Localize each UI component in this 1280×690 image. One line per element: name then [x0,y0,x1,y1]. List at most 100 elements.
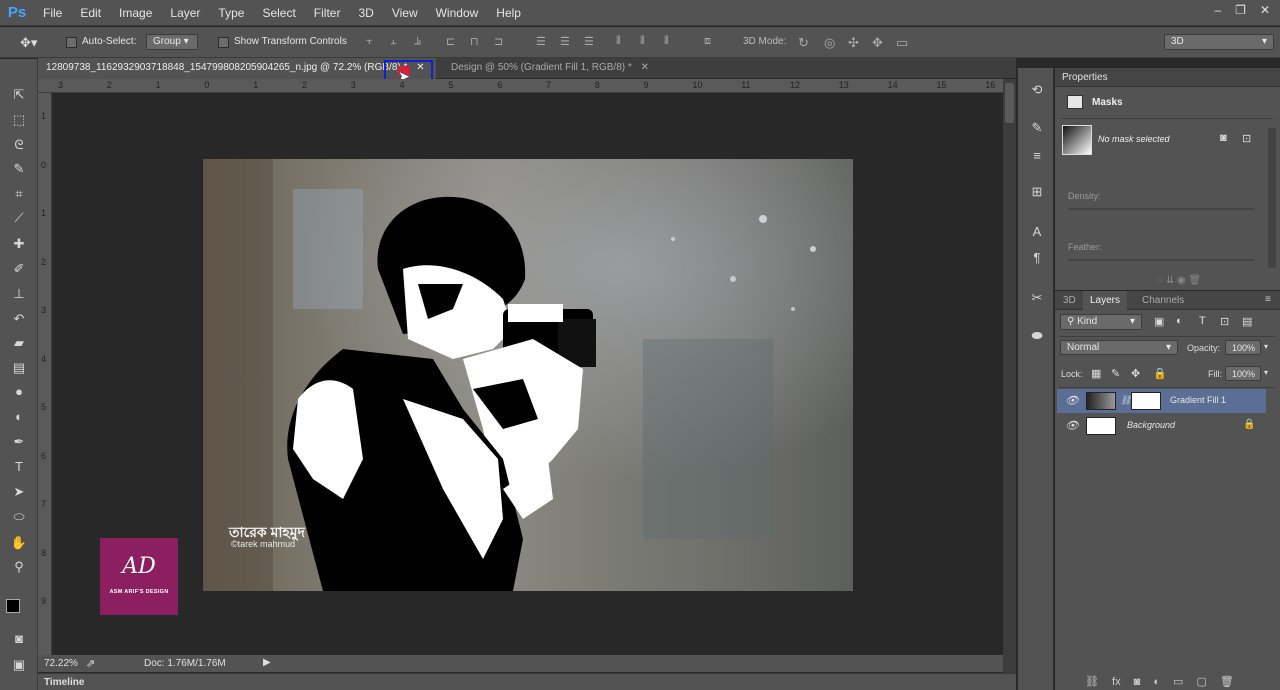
quick-mask-icon[interactable]: ◙ [8,629,30,649]
tool-presets-icon[interactable]: ✂ [1027,290,1047,308]
brush-tool-icon[interactable]: ✐ [8,259,30,279]
close-button[interactable]: ✕ [1260,3,1270,17]
menu-window[interactable]: Window [427,0,488,26]
distribute-top-icon[interactable]: ☰ [536,35,546,48]
vertical-scrollbar[interactable] [1003,79,1016,673]
distribute-left-icon[interactable]: ⦀ [616,35,621,48]
eyedropper-tool-icon[interactable]: ⟋ [8,208,30,228]
move-tool-preset-icon[interactable]: ✥▾ [20,35,37,51]
pan-3d-icon[interactable]: ✣ [848,35,859,51]
menu-3d[interactable]: 3D [349,0,382,26]
healing-brush-tool-icon[interactable]: ✚ [8,234,30,254]
add-pixel-mask-icon[interactable]: ◙ [1220,132,1227,144]
clone-stamp-tool-icon[interactable]: ⊥ [8,284,30,304]
character-panel-icon[interactable]: A [1027,224,1047,242]
align-right-icon[interactable]: ⊐ [494,35,503,48]
layer-mask-thumbnail[interactable] [1131,392,1161,410]
gradient-tool-icon[interactable]: ▤ [8,358,30,378]
blur-tool-icon[interactable]: ● [8,382,30,402]
auto-align-icon[interactable]: ⧈ [704,35,711,48]
fill-dropdown-icon[interactable]: ▾ [1264,368,1268,377]
blend-mode-dropdown[interactable]: Normal ▾ [1060,340,1178,355]
menu-file[interactable]: File [34,0,71,26]
density-slider[interactable] [1068,208,1254,210]
screen-mode-icon[interactable]: ▣ [8,655,30,675]
menu-help[interactable]: Help [487,0,530,26]
visibility-eye-icon[interactable]: 👁 [1065,394,1079,407]
ellipse-tool-icon[interactable]: ⬭ [8,507,30,527]
foreground-color-swatch[interactable] [6,599,20,613]
layer-row-gradient-fill[interactable]: 👁 ⛓ Gradient Fill 1 [1057,389,1266,413]
roll-3d-icon[interactable]: ◎ [824,35,835,51]
tab-channels[interactable]: Channels [1142,295,1184,306]
menu-image[interactable]: Image [110,0,161,26]
align-vcenter-icon[interactable]: ⫠ [390,35,397,48]
menu-filter[interactable]: Filter [305,0,350,26]
distribute-vcenter-icon[interactable]: ☰ [560,35,570,48]
lock-image-icon[interactable]: ✎ [1111,367,1120,380]
menu-select[interactable]: Select [253,0,304,26]
auto-select-dropdown[interactable]: Group ▾ [146,34,198,50]
paragraph-panel-icon[interactable]: ¶ [1027,250,1047,268]
lock-position-icon[interactable]: ✥ [1131,367,1140,380]
scrollbar-thumb[interactable] [1005,83,1014,123]
filter-type-icon[interactable]: T [1199,315,1206,327]
distribute-right-icon[interactable]: ⦀ [664,35,669,48]
fill-value[interactable]: 100% [1225,366,1261,381]
align-hcenter-icon[interactable]: ⊓ [470,35,479,48]
restore-button[interactable]: ❐ [1235,3,1246,17]
add-vector-mask-icon[interactable]: ⊡ [1242,132,1251,145]
lock-transparent-icon[interactable]: ▦ [1091,367,1101,380]
opacity-value[interactable]: 100% [1225,340,1261,355]
quick-select-tool-icon[interactable]: ✎ [8,159,30,179]
document-image[interactable]: তারেক মাহমুদ ©tarek mahmud [203,159,853,591]
filter-shape-icon[interactable]: ⊡ [1220,315,1229,328]
properties-scrollbar[interactable] [1268,128,1276,268]
adjustments-panel-icon[interactable]: ≡ [1027,148,1047,166]
dodge-tool-icon[interactable]: ◐ [8,407,30,427]
pen-tool-icon[interactable]: ✒ [8,432,30,452]
opacity-dropdown-icon[interactable]: ▾ [1264,342,1268,351]
history-brush-tool-icon[interactable]: ↶ [8,309,30,329]
filter-kind-dropdown[interactable]: ⚲ Kind ▾ [1060,314,1142,330]
orbit-3d-icon[interactable]: ↻ [798,35,809,51]
tab-design-close-icon[interactable]: ✕ [641,62,649,73]
filter-pixel-icon[interactable]: ▣ [1154,315,1164,328]
marquee-tool-icon[interactable]: ⬚ [8,110,30,130]
history-panel-icon[interactable]: ⟲ [1027,82,1047,100]
menu-edit[interactable]: Edit [71,0,110,26]
zoom-tool-icon[interactable]: ⚲ [8,557,30,577]
crop-tool-icon[interactable]: ⌗ [8,184,30,204]
slide-3d-icon[interactable]: ✥ [872,35,883,51]
align-left-icon[interactable]: ⊏ [446,35,455,48]
minimize-button[interactable]: – [1214,3,1221,17]
paragraph-styles-icon[interactable]: ⊞ [1027,184,1047,202]
hand-tool-icon[interactable]: ✋ [8,533,30,553]
tab-layers[interactable]: Layers [1083,291,1128,310]
menu-view[interactable]: View [383,0,427,26]
layer-row-background[interactable]: 👁 Background 🔒 [1057,414,1267,438]
status-menu-arrow-icon[interactable]: ▶ [263,657,271,668]
path-select-tool-icon[interactable]: ➤ [8,482,30,502]
zoom-level[interactable]: 72.22% [44,658,78,669]
workspace-dropdown[interactable]: 3D ▾ [1164,34,1274,50]
distribute-hcenter-icon[interactable]: ⦀ [640,35,645,48]
timeline-panel[interactable]: Timeline [38,673,1016,690]
feather-slider[interactable] [1068,259,1254,261]
visibility-eye-icon[interactable]: 👁 [1065,419,1079,432]
type-tool-icon[interactable]: T [8,457,30,477]
move-tool-icon[interactable]: ⇱ [8,85,30,105]
tab-3d[interactable]: 3D [1063,295,1076,306]
lasso-tool-icon[interactable]: ᘓ [8,135,30,155]
tab-photo-document[interactable]: 12809738_1162932903718848_15479980820590… [38,58,436,79]
tab-design-document[interactable]: Design @ 50% (Gradient Fill 1, RGB/8) * … [443,58,673,79]
3d-panel-icon[interactable]: ⬬ [1027,328,1047,346]
distribute-bottom-icon[interactable]: ☰ [584,35,594,48]
align-bottom-icon[interactable]: ⫡ [414,35,421,48]
export-icon[interactable]: ⇗ [86,657,95,670]
lock-all-icon[interactable]: 🔒 [1153,367,1167,380]
menu-type[interactable]: Type [209,0,253,26]
filter-smart-object-icon[interactable]: ▤ [1242,315,1252,328]
auto-select-checkbox[interactable] [66,37,77,48]
panel-menu-icon[interactable]: ≡ [1265,294,1271,305]
